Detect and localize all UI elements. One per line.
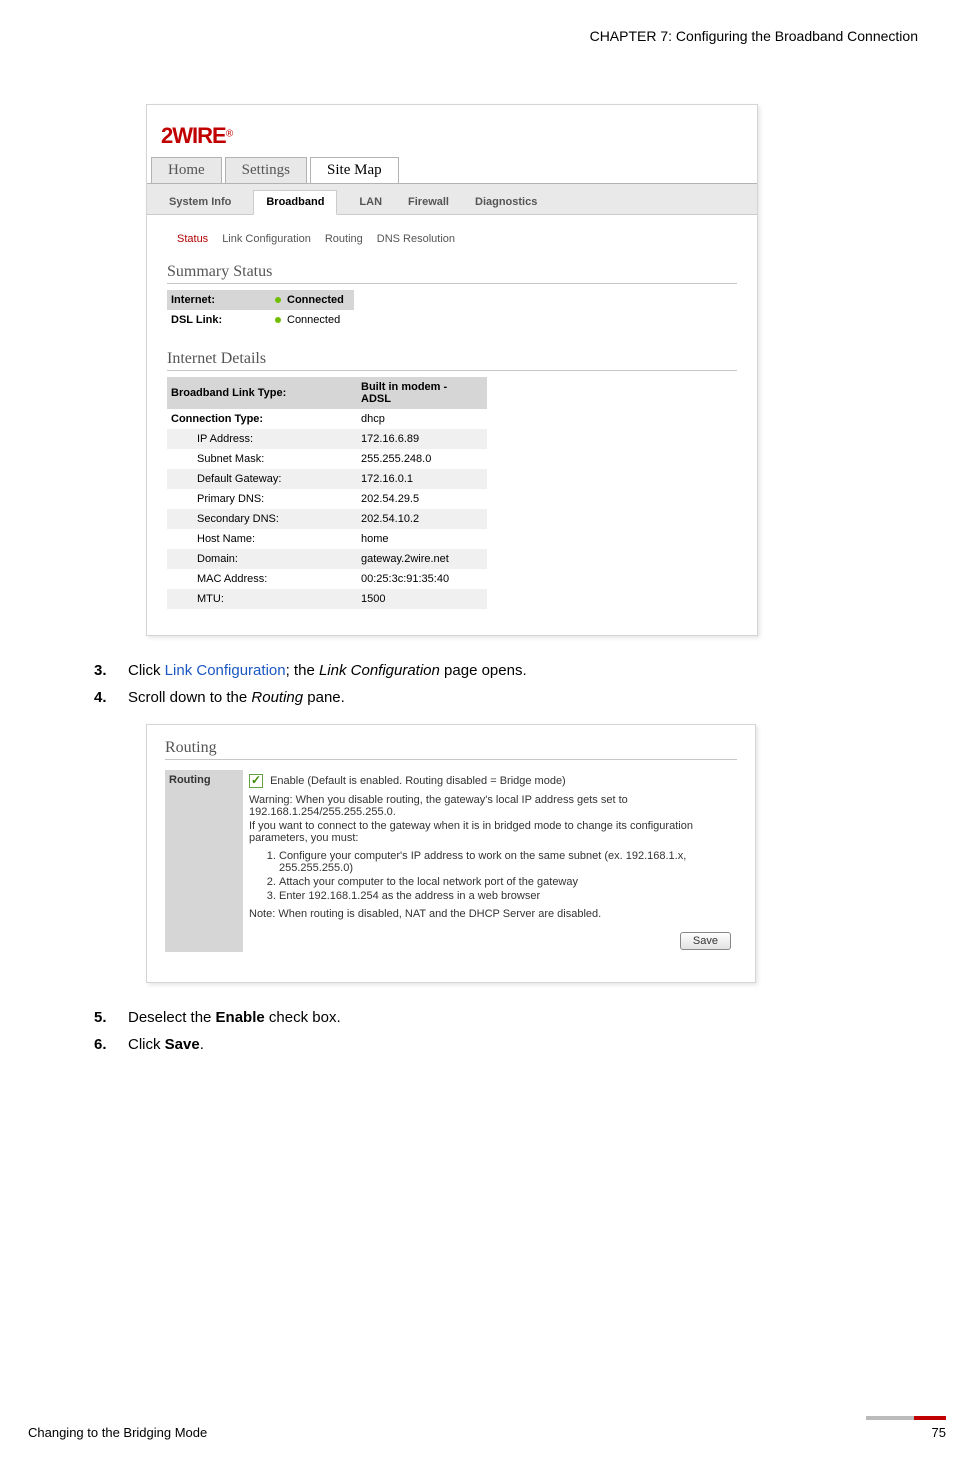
subnav-status[interactable]: Status	[177, 233, 208, 245]
main-tab-site-map[interactable]: Site Map	[310, 157, 399, 183]
detail-value: home	[357, 529, 487, 549]
sub-tab-lan[interactable]: LAN	[355, 190, 386, 214]
step-text: Scroll down to the Routing pane.	[128, 689, 918, 706]
step-number: 5.	[94, 1009, 128, 1026]
sub-tab-diagnostics[interactable]: Diagnostics	[471, 190, 541, 214]
step-text: Deselect the Enable check box.	[128, 1009, 918, 1026]
status-label: DSL Link:	[167, 310, 271, 330]
subnav-link-configuration[interactable]: Link Configuration	[222, 233, 311, 245]
detail-label: Secondary DNS:	[167, 509, 357, 529]
status-dot-icon	[275, 297, 281, 303]
status-dot-icon	[275, 317, 281, 323]
instruction-list: 3. Click Link Configuration; the Link Co…	[94, 662, 918, 706]
list-item: Attach your computer to the local networ…	[279, 876, 731, 888]
detail-value: 255.255.248.0	[357, 449, 487, 469]
main-tabs: HomeSettingsSite Map	[147, 157, 757, 184]
routing-pane-screenshot: Routing Routing Enable (Default is enabl…	[146, 724, 756, 983]
main-tab-home[interactable]: Home	[151, 157, 222, 183]
main-tab-settings[interactable]: Settings	[225, 157, 307, 183]
sub-tab-broadband[interactable]: Broadband	[253, 190, 337, 215]
step-text: Click Save.	[128, 1036, 918, 1053]
detail-label: Host Name:	[167, 529, 357, 549]
footer-decoration	[866, 1416, 946, 1420]
subnav-routing[interactable]: Routing	[325, 233, 363, 245]
summary-status-table: Internet:ConnectedDSL Link:Connected	[167, 290, 354, 330]
detail-label: MAC Address:	[167, 569, 357, 589]
enable-label: Enable (Default is enabled. Routing disa…	[270, 775, 566, 787]
sub-nav: Status Link Configuration Routing DNS Resol…	[167, 223, 737, 257]
detail-label: Connection Type:	[167, 409, 357, 429]
chapter-header: CHAPTER 7: Configuring the Broadband Con…	[56, 28, 918, 44]
detail-label: MTU:	[167, 589, 357, 609]
internet-details-table: Broadband Link Type:Built in modem - ADS…	[167, 377, 487, 609]
link-configuration-link[interactable]: Link Configuration	[165, 662, 286, 679]
status-label: Internet:	[167, 290, 271, 310]
detail-value: 202.54.29.5	[357, 489, 487, 509]
sub-tabs: System Info Broadband LAN Firewall Diagnosti…	[147, 184, 757, 215]
footer-section-title: Changing to the Bridging Mode	[28, 1425, 207, 1440]
detail-label: Broadband Link Type:	[167, 377, 357, 409]
brand-logo: 2WIRE	[161, 123, 226, 148]
detail-value: dhcp	[357, 409, 487, 429]
routing-section-title: Routing	[165, 739, 737, 760]
list-item: Enter 192.168.1.254 as the address in a …	[279, 890, 731, 902]
detail-value: 172.16.6.89	[357, 429, 487, 449]
routing-warning2: If you want to connect to the gateway wh…	[249, 820, 731, 844]
sub-tab-system-info[interactable]: System Info	[165, 190, 235, 214]
instruction-list: 5. Deselect the Enable check box. 6. Cli…	[94, 1009, 918, 1053]
detail-value: Built in modem - ADSL	[357, 377, 487, 409]
summary-status-title: Summary Status	[167, 263, 737, 284]
detail-value: 202.54.10.2	[357, 509, 487, 529]
detail-value: 00:25:3c:91:35:40	[357, 569, 487, 589]
detail-value: 1500	[357, 589, 487, 609]
step-text: Click Link Configuration; the Link Confi…	[128, 662, 918, 679]
routing-note: Note: When routing is disabled, NAT and …	[249, 908, 731, 920]
step-number: 3.	[94, 662, 128, 679]
detail-label: IP Address:	[167, 429, 357, 449]
page-footer: Changing to the Bridging Mode 75	[28, 1425, 946, 1440]
status-value: Connected	[271, 310, 354, 330]
detail-label: Subnet Mask:	[167, 449, 357, 469]
detail-label: Default Gateway:	[167, 469, 357, 489]
detail-label: Primary DNS:	[167, 489, 357, 509]
status-value: Connected	[271, 290, 354, 310]
routing-warning: Warning: When you disable routing, the g…	[249, 794, 731, 818]
step-number: 6.	[94, 1036, 128, 1053]
routing-label: Routing	[165, 770, 243, 952]
detail-label: Domain:	[167, 549, 357, 569]
internet-details-title: Internet Details	[167, 350, 737, 371]
page-number: 75	[932, 1425, 946, 1440]
list-item: Configure your computer's IP address to …	[279, 850, 731, 874]
detail-value: 172.16.0.1	[357, 469, 487, 489]
routing-steps-list: Configure your computer's IP address to …	[279, 850, 731, 902]
step-number: 4.	[94, 689, 128, 706]
enable-checkbox[interactable]	[249, 774, 263, 788]
subnav-dns-resolution[interactable]: DNS Resolution	[377, 233, 455, 245]
detail-value: gateway.2wire.net	[357, 549, 487, 569]
router-ui-screenshot: 2WIRE® HomeSettingsSite Map System InfoB…	[146, 104, 758, 636]
sub-tab-firewall[interactable]: Firewall	[404, 190, 453, 214]
save-button[interactable]: Save	[680, 932, 731, 950]
